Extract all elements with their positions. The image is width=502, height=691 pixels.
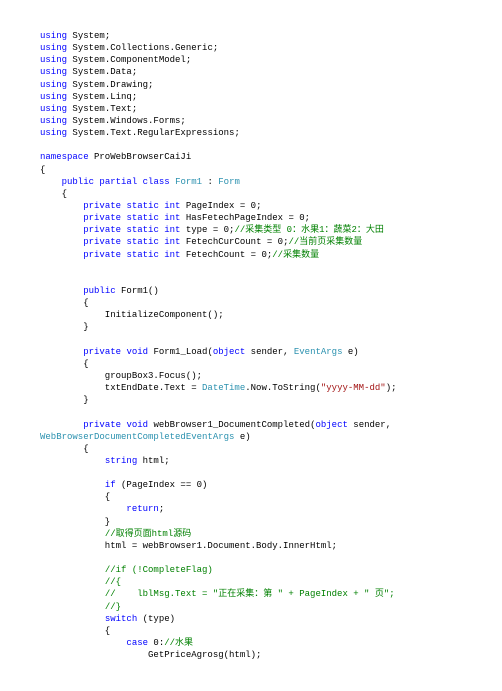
code-block: using System; using System.Collections.G… xyxy=(0,0,502,691)
